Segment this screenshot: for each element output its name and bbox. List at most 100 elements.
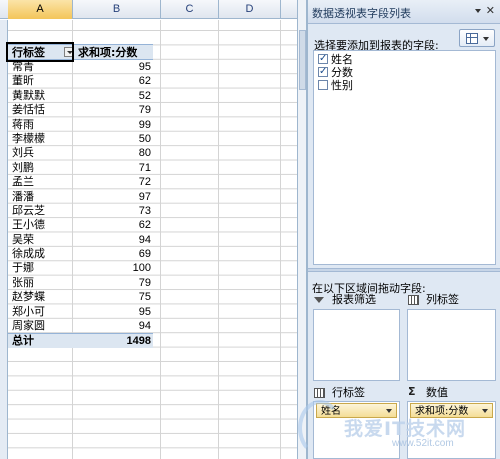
scrollbar-thumb[interactable] (299, 30, 306, 90)
row-label-cell[interactable]: 黄默默 (12, 89, 45, 103)
pivot-table[interactable]: 行标签 求和项:分数 常青 95 董昕 62 黄默默 52 姜恬恬 79 蒋雨 99 李檬檬 50 刘兵… (8, 44, 153, 348)
worksheet[interactable]: A B C D 行标签 求和项:分数 常青 95 董昕 62 黄默默 52 姜恬恬 79 蒋雨 9… (0, 0, 297, 459)
values-dropzone[interactable]: 求和项:分数 (407, 401, 496, 459)
filter-icon (314, 297, 324, 303)
sum-score-header[interactable]: 求和项:分数 (78, 45, 137, 61)
score-value-cell[interactable]: 80 (139, 146, 151, 160)
row-label-cell[interactable]: 徐成成 (12, 247, 45, 261)
column-header-a[interactable]: A (8, 0, 73, 19)
row-label-cell[interactable]: 周家圆 (12, 319, 45, 333)
row-labels-icon (314, 388, 325, 398)
pane-splitter[interactable] (308, 268, 500, 272)
area-label: 行标签 (332, 386, 365, 399)
value-field-pill[interactable]: 求和项:分数 (410, 403, 493, 418)
close-icon[interactable]: ✕ (486, 4, 495, 17)
area-label: 报表筛选 (332, 293, 376, 306)
row-label-cell[interactable]: 邱云芝 (12, 204, 45, 218)
row-label-cell[interactable]: 赵梦蝶 (12, 290, 45, 304)
row-label-cell[interactable]: 张丽 (12, 276, 34, 290)
row-field-label: 姓名 (321, 406, 341, 417)
column-labels-icon (408, 295, 419, 305)
row-labels-dropzone[interactable]: 姓名 (313, 401, 400, 459)
score-value-cell[interactable]: 69 (139, 247, 151, 261)
field-checkbox-score[interactable] (318, 65, 328, 78)
pane-title: 数据透视表字段列表 (312, 7, 411, 20)
field-checkbox-gender[interactable] (318, 80, 328, 90)
row-field-pill[interactable]: 姓名 (316, 403, 397, 418)
score-value-cell[interactable]: 95 (139, 305, 151, 319)
score-value-cell[interactable]: 75 (139, 290, 151, 304)
score-value-cell[interactable]: 62 (139, 218, 151, 232)
pivot-data-row[interactable]: 王小德 62 (8, 218, 153, 232)
vertical-scrollbar[interactable] (297, 0, 307, 459)
pivot-data-row[interactable]: 郑小可 95 (8, 305, 153, 319)
pivot-data-row[interactable]: 吴荣 94 (8, 233, 153, 247)
column-header-b[interactable]: B (73, 0, 161, 19)
column-headers: A B C D (0, 0, 297, 19)
row-label-cell[interactable]: 吴荣 (12, 233, 34, 247)
pivot-data-row[interactable]: 孟兰 72 (8, 175, 153, 189)
score-value-cell[interactable]: 72 (139, 175, 151, 189)
pivot-data-row[interactable]: 蒋雨 99 (8, 118, 153, 132)
row-label-cell[interactable]: 常青 (12, 60, 34, 74)
pivot-data-row[interactable]: 潘潘 97 (8, 190, 153, 204)
row-label-cell[interactable]: 李檬檬 (12, 132, 45, 146)
chevron-down-icon[interactable] (386, 409, 392, 413)
values-caption: Σ 数值 (408, 385, 496, 400)
score-value-cell[interactable]: 52 (139, 89, 151, 103)
row-label-cell[interactable]: 刘鹏 (12, 161, 34, 175)
score-value-cell[interactable]: 73 (139, 204, 151, 218)
pivot-data-row[interactable]: 李檬檬 50 (8, 132, 153, 146)
pivot-data-row[interactable]: 于娜 100 (8, 261, 153, 275)
score-value-cell[interactable]: 79 (139, 103, 151, 117)
column-header-d[interactable]: D (219, 0, 281, 19)
pivot-data-row[interactable]: 董昕 62 (8, 74, 153, 88)
score-value-cell[interactable]: 95 (139, 60, 151, 74)
column-header-c[interactable]: C (161, 0, 219, 19)
pivot-data-row[interactable]: 刘兵 80 (8, 146, 153, 160)
pivot-data-row[interactable]: 姜恬恬 79 (8, 103, 153, 117)
row-label-cell[interactable]: 王小德 (12, 218, 45, 232)
row-header-strip[interactable] (0, 20, 8, 459)
pivot-data-row[interactable]: 刘鹏 71 (8, 161, 153, 175)
row-label-cell[interactable]: 于娜 (12, 261, 34, 275)
score-value-cell[interactable]: 79 (139, 276, 151, 290)
sigma-icon: Σ (408, 385, 416, 398)
pane-options-chevron-icon[interactable] (475, 9, 481, 13)
grand-total-label: 总计 (12, 334, 34, 348)
pivot-data-row[interactable]: 常青 95 (8, 60, 153, 74)
pivot-data-row[interactable]: 周家圆 94 (8, 319, 153, 333)
row-label-cell[interactable]: 蒋雨 (12, 118, 34, 132)
pivot-data-row[interactable]: 张丽 79 (8, 276, 153, 290)
score-value-cell[interactable]: 50 (139, 132, 151, 146)
row-label-cell[interactable]: 孟兰 (12, 175, 34, 189)
active-cell-cursor (6, 42, 74, 62)
score-value-cell[interactable]: 99 (139, 118, 151, 132)
pivot-data-row[interactable]: 徐成成 69 (8, 247, 153, 261)
score-value-cell[interactable]: 71 (139, 161, 151, 175)
pivot-data-row[interactable]: 邱云芝 73 (8, 204, 153, 218)
report-filter-caption: 报表筛选 (314, 293, 404, 307)
field-checkbox-name[interactable] (318, 52, 328, 65)
score-value-cell[interactable]: 62 (139, 74, 151, 88)
pivot-data-row[interactable]: 黄默默 52 (8, 89, 153, 103)
score-value-cell[interactable]: 97 (139, 190, 151, 204)
score-value-cell[interactable]: 100 (133, 261, 151, 275)
score-value-cell[interactable]: 94 (139, 319, 151, 333)
pivot-data-row[interactable]: 赵梦蝶 75 (8, 290, 153, 304)
column-labels-caption: 列标签 (408, 293, 496, 307)
score-value-cell[interactable]: 94 (139, 233, 151, 247)
row-label-cell[interactable]: 董昕 (12, 74, 34, 88)
row-label-cell[interactable]: 潘潘 (12, 190, 34, 204)
row-label-cell[interactable]: 姜恬恬 (12, 103, 45, 117)
layout-options-button[interactable] (459, 29, 495, 47)
field-label: 姓名 (331, 53, 353, 66)
column-labels-dropzone[interactable] (407, 309, 496, 381)
report-filter-dropzone[interactable] (313, 309, 400, 381)
row-label-cell[interactable]: 刘兵 (12, 146, 34, 160)
field-list-box[interactable]: 姓名 分数 性别 (313, 50, 496, 265)
row-label-cell[interactable]: 郑小可 (12, 305, 45, 319)
pivot-total-row[interactable]: 总计 1498 (8, 333, 153, 348)
chevron-down-icon[interactable] (482, 409, 488, 413)
area-label: 列标签 (426, 293, 459, 306)
